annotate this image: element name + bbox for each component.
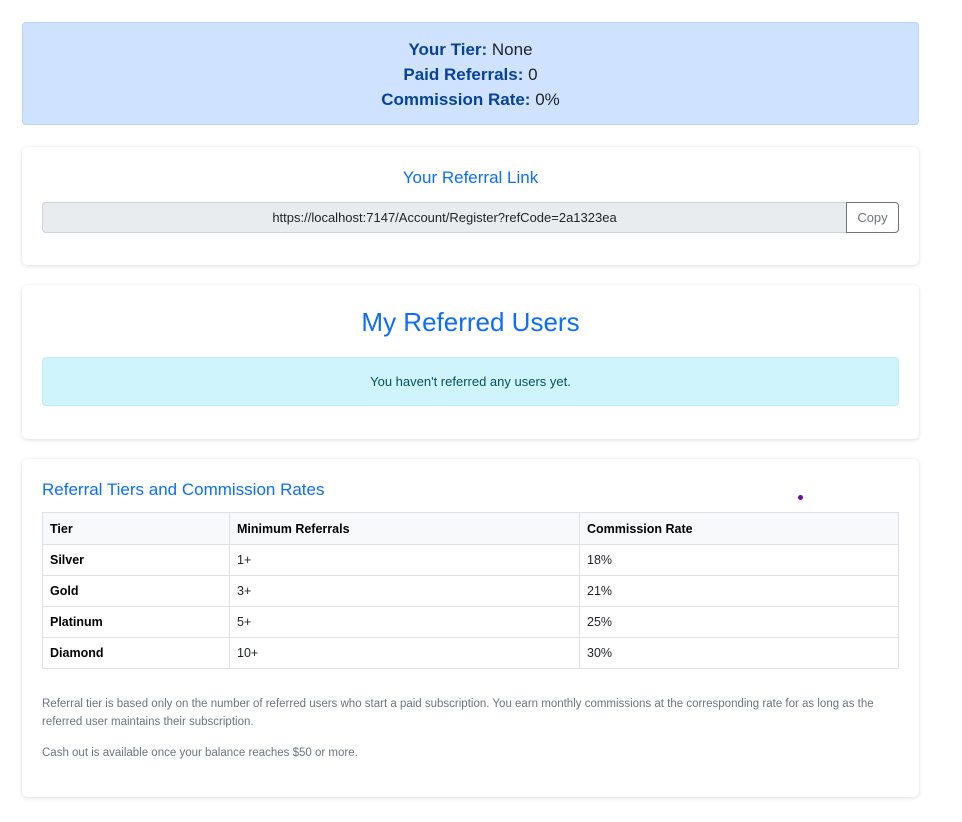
tier-min-referrals: 3+ xyxy=(229,575,580,607)
header-commission-rate: Commission Rate xyxy=(579,512,899,545)
tier-explanation-note: Referral tier is based only on the numbe… xyxy=(42,698,874,728)
tier-name: Gold xyxy=(42,575,230,607)
referred-users-title-text: My Referred Users xyxy=(361,307,580,337)
tiers-table-header-row: Tier Minimum Referrals Commission Rate xyxy=(42,512,899,545)
referral-link-group: Copy xyxy=(42,202,899,233)
header-minimum-referrals: Minimum Referrals xyxy=(229,512,580,545)
tier-name: Silver xyxy=(42,544,230,576)
referral-page: Your Tier: None Paid Referrals: 0 Commis… xyxy=(22,22,919,797)
header-tier: Tier xyxy=(42,512,230,545)
tier-min-referrals: 1+ xyxy=(229,544,580,576)
copy-button[interactable]: Copy xyxy=(846,202,899,233)
referral-link-title: Your Referral Link xyxy=(402,168,539,187)
tier-min-referrals: 5+ xyxy=(229,606,580,638)
tier-value: None xyxy=(491,40,533,59)
tier-commission-rate: 18% xyxy=(579,544,899,576)
tier-commission-rate: 30% xyxy=(579,637,899,669)
tier-line: Your Tier: None xyxy=(23,37,918,62)
cash-out-note: Cash out is available once your balance … xyxy=(42,747,358,759)
commission-rate-label: Commission Rate: xyxy=(381,90,531,109)
tier-min-referrals: 10+ xyxy=(229,637,580,669)
table-row: Platinum 5+ 25% xyxy=(42,606,899,638)
tier-commission-rate: 21% xyxy=(579,575,899,607)
referred-users-card: My Referred Users You haven't referred a… xyxy=(22,285,919,439)
table-row: Silver 1+ 18% xyxy=(42,544,899,576)
referral-link-card: Your Referral Link Copy xyxy=(22,147,919,265)
paid-referrals-label: Paid Referrals: xyxy=(403,65,524,84)
tiers-card: Referral Tiers and Commission Rates Tier… xyxy=(22,459,919,797)
referral-link-input[interactable] xyxy=(42,202,846,233)
tier-commission-rate: 25% xyxy=(579,606,899,638)
tier-summary-alert: Your Tier: None Paid Referrals: 0 Commis… xyxy=(22,22,919,125)
tiers-title: Referral Tiers and Commission Rates xyxy=(42,480,325,499)
commission-rate-value: 0% xyxy=(535,90,560,109)
cursor-dot xyxy=(798,495,803,500)
tier-name: Diamond xyxy=(42,637,230,669)
table-row: Gold 3+ 21% xyxy=(42,575,899,607)
referred-users-title: My Referred Users xyxy=(42,285,899,357)
no-referrals-alert: You haven't referred any users yet. xyxy=(42,357,899,406)
table-row: Diamond 10+ 30% xyxy=(42,637,899,669)
tiers-table: Tier Minimum Referrals Commission Rate S… xyxy=(42,512,899,669)
tier-name: Platinum xyxy=(42,606,230,638)
paid-referrals-value: 0 xyxy=(528,65,538,84)
commission-rate-line: Commission Rate: 0% xyxy=(23,87,918,112)
paid-referrals-line: Paid Referrals: 0 xyxy=(23,62,918,87)
tier-label: Your Tier: xyxy=(408,40,488,59)
